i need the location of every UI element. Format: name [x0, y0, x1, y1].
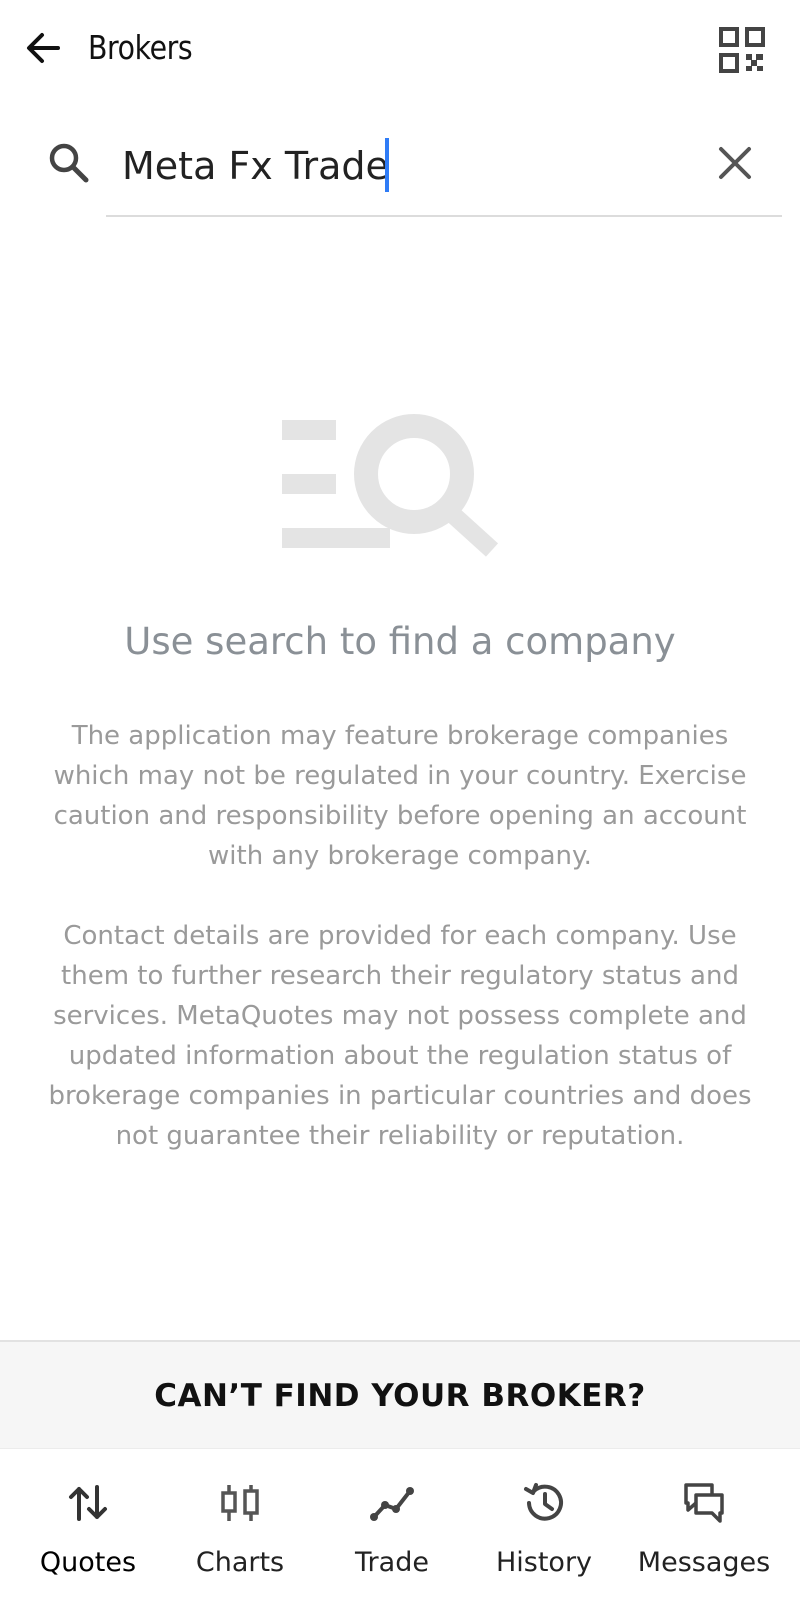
- nav-item-charts[interactable]: Charts: [160, 1449, 320, 1606]
- nav-item-trade[interactable]: Trade: [312, 1449, 472, 1606]
- bottom-navigation: Quotes Charts Trade History Messages: [0, 1448, 800, 1606]
- empty-state-title: Use search to find a company: [124, 620, 676, 663]
- quotes-arrows-icon: [69, 1485, 107, 1521]
- nav-item-messages[interactable]: Messages: [624, 1449, 784, 1606]
- cant-find-broker-label: CAN’T FIND YOUR BROKER?: [154, 1378, 646, 1414]
- qr-code-button[interactable]: [718, 26, 766, 74]
- qr-code-icon: [719, 27, 765, 73]
- contact-details-disclaimer: Contact details are provided for each co…: [48, 921, 752, 1151]
- candlestick-chart-icon: [221, 1485, 259, 1521]
- back-button[interactable]: [22, 26, 66, 70]
- empty-search-illustration: [282, 408, 512, 564]
- cant-find-broker-button[interactable]: CAN’T FIND YOUR BROKER?: [0, 1340, 800, 1448]
- broker-search-input[interactable]: [122, 134, 682, 198]
- nav-label-charts: Charts: [195, 1547, 285, 1578]
- close-icon: [719, 147, 751, 179]
- search-underline: [106, 215, 782, 217]
- trade-line-icon: [370, 1487, 414, 1521]
- nav-label-messages: Messages: [637, 1547, 771, 1578]
- nav-item-quotes[interactable]: Quotes: [8, 1449, 168, 1606]
- search-icon: [46, 140, 92, 186]
- messages-icon: [684, 1483, 724, 1523]
- nav-label-quotes: Quotes: [39, 1547, 137, 1578]
- nav-item-history[interactable]: History: [464, 1449, 624, 1606]
- nav-label-trade: Trade: [355, 1547, 429, 1578]
- clear-search-button[interactable]: [712, 140, 758, 186]
- page-title: Brokers: [88, 28, 193, 67]
- history-clock-icon: [524, 1483, 563, 1521]
- nav-label-history: History: [495, 1547, 593, 1578]
- text-cursor: [385, 138, 389, 192]
- top-app-bar: Brokers: [0, 0, 800, 100]
- arrow-left-icon: [27, 33, 60, 63]
- regulation-disclaimer: The application may feature brokerage co…: [53, 721, 747, 871]
